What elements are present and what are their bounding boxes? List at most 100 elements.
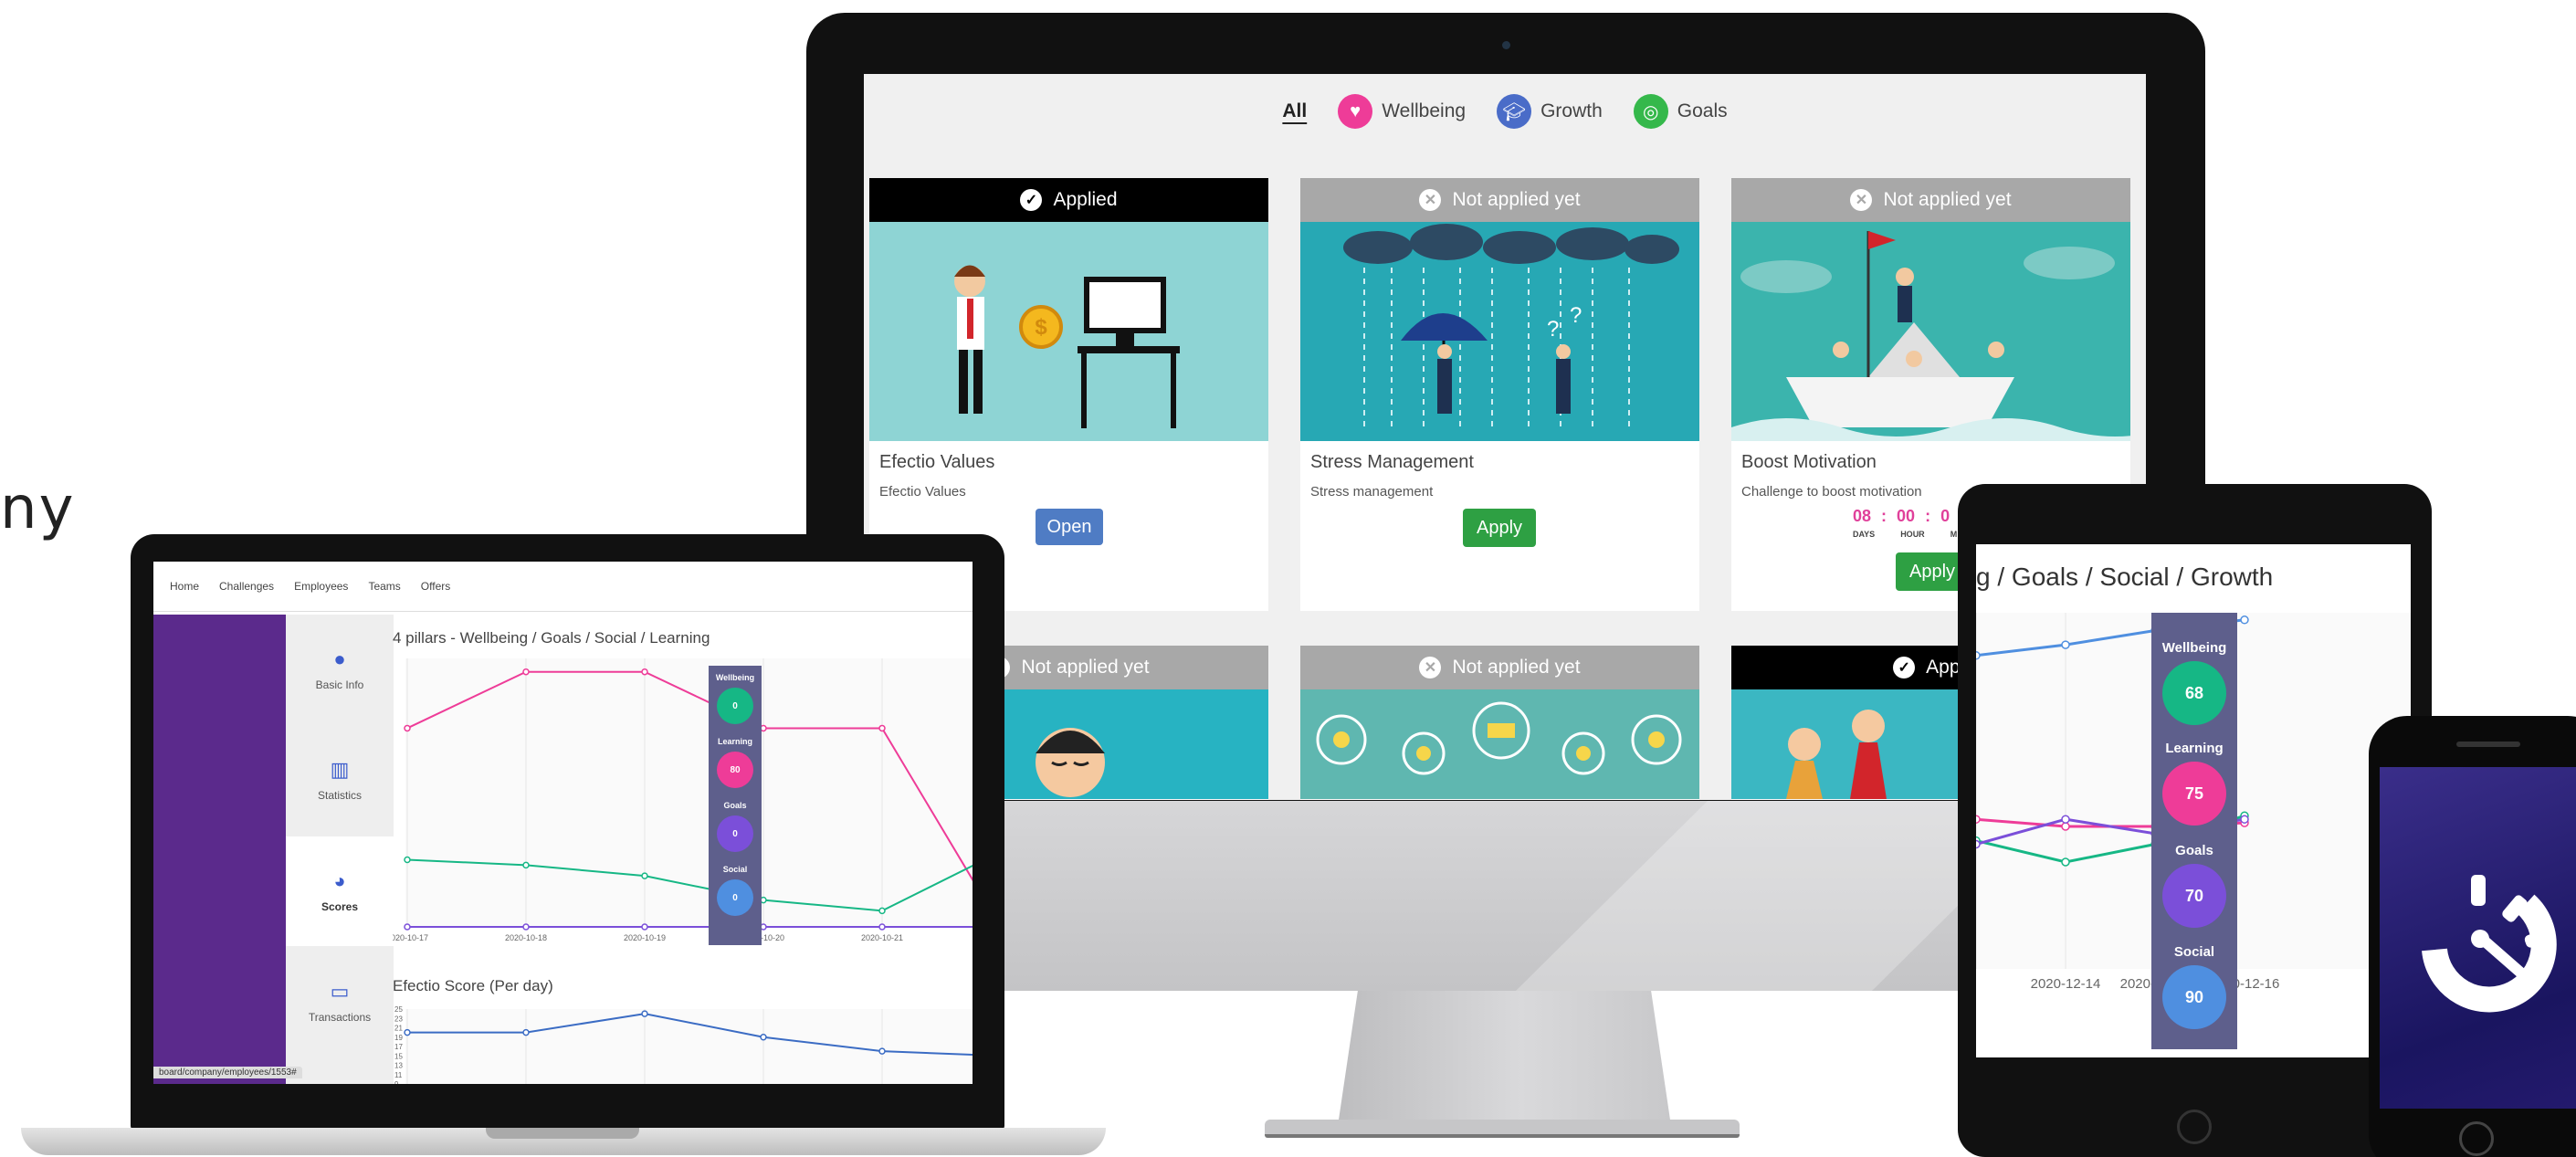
filter-all[interactable]: All	[1282, 100, 1307, 122]
data-point	[2240, 815, 2249, 824]
svg-text:?: ?	[1547, 317, 1559, 342]
data-point	[522, 668, 530, 676]
countdown-days: 08	[1853, 507, 1872, 525]
tablet-home-button	[2177, 1110, 2212, 1144]
countdown-minutes-label: M	[1950, 530, 1958, 539]
y-tick-label: 9	[394, 1080, 399, 1084]
card-status-label: Not applied yet	[1452, 189, 1581, 210]
legend-score: 0	[717, 815, 753, 852]
monitor-camera	[1502, 41, 1510, 49]
data-point	[641, 1010, 648, 1017]
data-point	[404, 724, 411, 732]
svg-text:?: ?	[1570, 303, 1582, 328]
y-tick-label: 19	[394, 1034, 403, 1042]
countdown-separator: :	[1920, 507, 1936, 525]
card-subtitle: Efectio Values	[879, 484, 966, 500]
legend-label: Goals	[2175, 843, 2213, 858]
legend-score: 90	[2162, 965, 2226, 1029]
challenge-card-stress-management: ✕ Not applied yet ?? Stress Management S…	[1300, 178, 1699, 611]
data-point	[878, 724, 886, 732]
nav-home[interactable]: Home	[170, 580, 199, 593]
legend-score: 70	[2162, 864, 2226, 928]
x-tick-label: 2020-10-21	[861, 933, 903, 942]
nav-challenges[interactable]: Challenges	[219, 580, 274, 593]
card-status-label: Not applied yet	[1883, 189, 2012, 210]
phone-screen	[2380, 767, 2576, 1109]
legend-learning: Learning 75	[2151, 741, 2237, 826]
graduation-cap-icon: 🎓︎	[1497, 94, 1532, 129]
countdown-labels: DAYS HOUR M	[1853, 530, 1957, 539]
y-tick-label: 13	[394, 1062, 403, 1070]
close-icon: ✕	[1850, 189, 1873, 211]
legend-label: Learning	[717, 737, 752, 746]
data-point	[2061, 857, 2070, 867]
rain-umbrella-illustration: ??	[1343, 224, 1679, 432]
nav-offers[interactable]: Offers	[421, 580, 450, 593]
x-tick-label: 2020-12-14	[2031, 976, 2101, 992]
laptop-notch	[486, 1128, 639, 1139]
efectio-score-chart-title: Efectio Score (Per day)	[393, 977, 553, 994]
data-point	[1976, 651, 1981, 660]
data-point	[641, 872, 648, 879]
card-status-label: Not applied yet	[1021, 657, 1150, 678]
filter-all-label: All	[1282, 100, 1308, 121]
data-point	[641, 923, 648, 931]
tab-label: Transactions	[308, 1011, 372, 1024]
pillars-score-legend: Wellbeing 0 Learning 80 Goals 0 Social 0	[709, 666, 762, 945]
y-tick-label: 11	[394, 1071, 403, 1079]
paper-boat-team-illustration	[1731, 231, 2130, 441]
filter-goals[interactable]: ◎ Goals	[1633, 94, 1728, 129]
card-status-label: Applied	[1053, 189, 1118, 210]
user-circle-icon: ●	[333, 647, 346, 670]
tab-transactions[interactable]: ▭ Transactions	[286, 947, 394, 1057]
employee-tabs: ● Basic Info ▥ Statistics ◕ Scores ▭ Tra…	[286, 615, 394, 1084]
card-status-not-applied: ✕ Not applied yet	[1300, 178, 1699, 222]
data-point	[1976, 839, 1981, 849]
open-button[interactable]: Open	[1036, 509, 1103, 545]
phone-home-button	[2459, 1121, 2494, 1156]
tab-label: Statistics	[317, 789, 362, 802]
desktop-screen: All ♥ Wellbeing 🎓︎ Growth ◎ Goals ✓ Appl…	[864, 74, 2146, 800]
tablet-score-legend: Wellbeing 68 Learning 75 Goals 70 Social…	[2151, 613, 2237, 1049]
filter-growth-label: Growth	[1540, 100, 1603, 121]
legend-score: 75	[2162, 762, 2226, 826]
card-illustration	[1300, 689, 1699, 799]
tablet-screen: g / Goals / Social / Growth 2020-12-14 20…	[1976, 544, 2411, 1057]
tab-scores[interactable]: ◕ Scores	[286, 836, 394, 946]
data-point	[641, 668, 648, 676]
data-point	[404, 856, 411, 864]
data-point	[2061, 822, 2070, 831]
phone-speaker	[2456, 742, 2520, 747]
filter-growth[interactable]: 🎓︎ Growth	[1497, 94, 1603, 129]
data-point	[760, 1034, 767, 1041]
x-tick-label: 2020-10-17	[393, 933, 428, 942]
apply-button[interactable]: Apply	[1463, 509, 1536, 547]
card-title: Efectio Values	[879, 452, 995, 472]
plot-area	[405, 658, 973, 927]
nav-employees[interactable]: Employees	[294, 580, 348, 593]
legend-label: Social	[722, 865, 748, 874]
nav-teams[interactable]: Teams	[368, 580, 400, 593]
data-point	[404, 923, 411, 931]
y-tick-label: 15	[394, 1052, 403, 1060]
tab-label: Basic Info	[315, 678, 364, 691]
countdown-timer: 08 : 00 : 0	[1853, 507, 1950, 526]
filter-wellbeing-label: Wellbeing	[1382, 100, 1467, 121]
legend-label: Social	[2173, 944, 2215, 960]
data-point	[2061, 640, 2070, 649]
card-status-not-applied: ✕ Not applied yet	[1731, 178, 2130, 222]
profile-side-panel	[153, 615, 286, 1084]
card-status-label: Not applied yet	[1452, 657, 1581, 678]
legend-wellbeing: Wellbeing 0	[709, 673, 762, 724]
countdown-days-label: DAYS	[1853, 530, 1876, 539]
filter-wellbeing[interactable]: ♥ Wellbeing	[1338, 94, 1466, 129]
tab-statistics[interactable]: ▥ Statistics	[286, 725, 394, 835]
status-bar-url: board/company/employees/1553#	[153, 1067, 302, 1078]
tab-basic-info[interactable]: ● Basic Info	[286, 615, 394, 724]
legend-social: Social 90	[2151, 944, 2237, 1029]
data-point	[2240, 615, 2249, 625]
top-navigation: Home Challenges Employees Teams Offers	[153, 562, 973, 612]
legend-wellbeing: Wellbeing 68	[2151, 640, 2237, 725]
check-icon: ✓	[1893, 657, 1916, 678]
data-point	[522, 861, 530, 869]
